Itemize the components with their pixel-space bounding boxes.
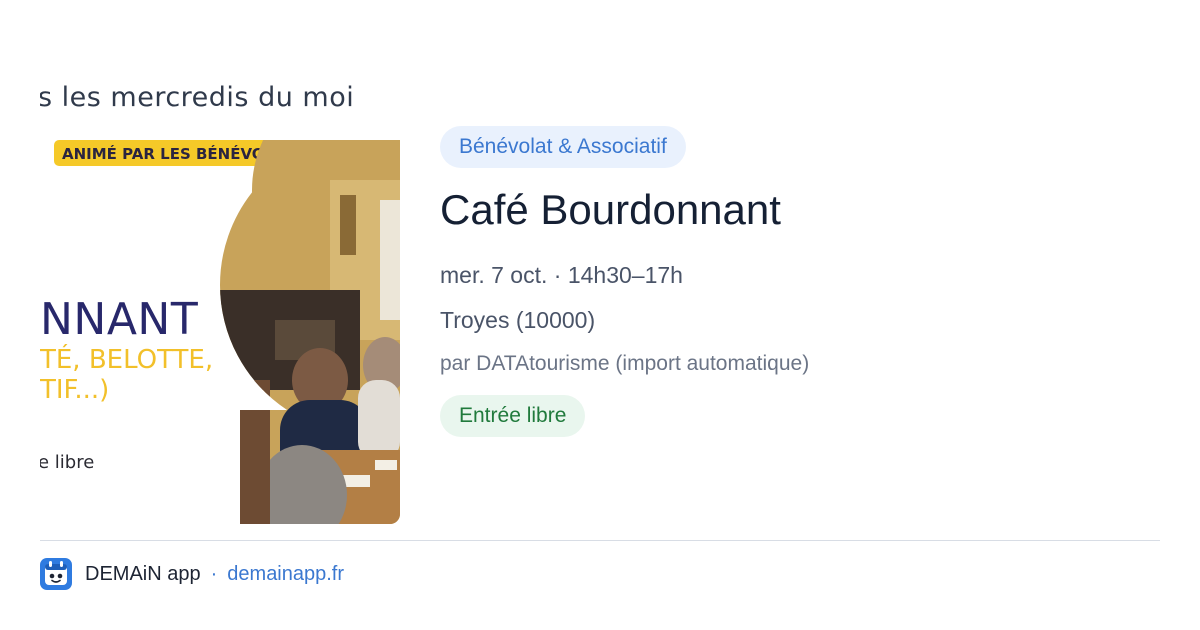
category-tag[interactable]: Bénévolat & Associatif [440, 126, 686, 168]
event-organizer: par DATAtourisme (import automatique) [440, 352, 810, 375]
app-name: DEMAiN app [85, 562, 201, 585]
event-title: Café Bourdonnant [440, 186, 781, 233]
event-location: Troyes (10000) [440, 307, 596, 333]
event-datetime: mer. 7 oct. · 14h30–17h [440, 262, 683, 288]
demain-app-icon [40, 558, 72, 590]
poster-photo [220, 140, 400, 524]
footer: DEMAiN app · demainapp.fr [40, 558, 344, 590]
domain-link[interactable]: demainapp.fr [227, 563, 344, 586]
price-badge: Entrée libre [440, 395, 586, 437]
event-poster-image: s les mercredis du moi ANIMÉ PAR LES BÉN… [40, 80, 400, 524]
footer-separator: · [210, 562, 218, 585]
footer-divider [40, 540, 1160, 541]
